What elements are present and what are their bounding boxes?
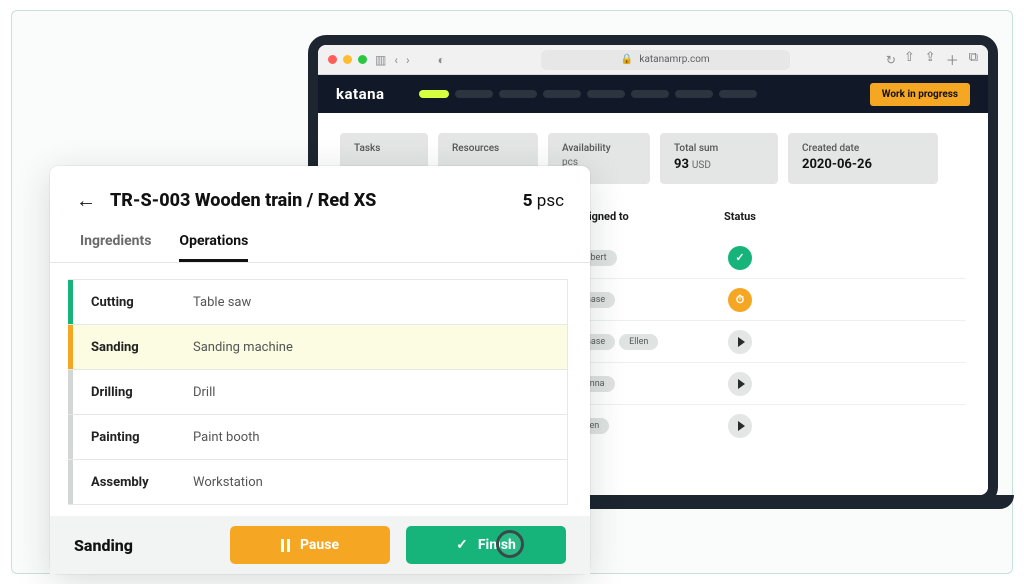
work-in-progress-button[interactable]: Work in progress xyxy=(870,83,970,106)
app-logo: katana xyxy=(336,85,385,103)
nav-pill[interactable] xyxy=(543,90,581,98)
card-label: Availability xyxy=(562,143,636,154)
address-bar[interactable]: 🔒 katanamrp.com xyxy=(541,50,790,70)
finish-button[interactable]: ✓ Finish xyxy=(406,526,566,564)
forward-icon[interactable]: › xyxy=(406,53,410,67)
status-play-icon[interactable] xyxy=(728,414,752,438)
back-arrow-icon[interactable]: ← xyxy=(76,188,96,213)
card-total-sum[interactable]: Total sum 93USD xyxy=(660,133,778,184)
refresh-icon[interactable]: ↻ xyxy=(886,53,896,67)
traffic-lights xyxy=(328,55,367,64)
operation-row[interactable]: CuttingTable saw xyxy=(68,279,568,325)
page-frame: ▥ ‹ › ◐ 🔒 katanamrp.com ↻ ⇧ ⇪ ＋ ⧉ xyxy=(11,10,1013,574)
panel-footer: Sanding Pause ✓ Finish xyxy=(50,516,590,574)
tab-operations[interactable]: Operations xyxy=(179,233,248,262)
app-header: katana Work in progress xyxy=(318,75,988,113)
close-icon[interactable] xyxy=(328,55,337,64)
status-done-icon[interactable]: ✓ xyxy=(728,246,752,270)
cell-status xyxy=(700,330,780,354)
operation-row[interactable]: PaintingPaint booth xyxy=(68,414,568,460)
card-label: Tasks xyxy=(354,143,414,154)
cell-status xyxy=(700,372,780,396)
nav-pill[interactable] xyxy=(631,90,669,98)
status-progress-icon[interactable]: ⏱ xyxy=(728,288,752,312)
nav-pill[interactable] xyxy=(499,90,537,98)
operation-resource: Workstation xyxy=(193,475,263,490)
nav-pill[interactable] xyxy=(719,90,757,98)
share-icon[interactable]: ⇧ xyxy=(904,50,915,69)
cursor-indicator-icon xyxy=(496,530,524,558)
operation-row[interactable]: DrillingDrill xyxy=(68,369,568,415)
card-label: Created date xyxy=(802,143,924,154)
pause-label: Pause xyxy=(300,537,339,553)
tab-ingredients[interactable]: Ingredients xyxy=(80,233,151,262)
operation-name: Drilling xyxy=(73,385,193,400)
nav-pill-active[interactable] xyxy=(419,90,449,98)
pause-button[interactable]: Pause xyxy=(230,526,390,564)
nav-pill[interactable] xyxy=(587,90,625,98)
sidebar-icon[interactable]: ▥ xyxy=(375,53,386,67)
panel-header: ← TR-S-003 Wooden train / Red XS 5 psc xyxy=(50,166,590,223)
cell-status: ⏱ xyxy=(700,288,780,312)
tabs-icon[interactable]: ⧉ xyxy=(969,50,978,69)
current-operation-label: Sanding xyxy=(74,536,133,555)
new-tab-icon[interactable]: ＋ xyxy=(946,50,959,69)
card-label: Resources xyxy=(452,143,524,154)
status-play-icon[interactable] xyxy=(728,372,752,396)
operation-row[interactable]: AssemblyWorkstation xyxy=(68,459,568,505)
operation-resource: Table saw xyxy=(193,295,251,310)
back-icon[interactable]: ‹ xyxy=(394,53,398,67)
panel-title: TR-S-003 Wooden train / Red XS xyxy=(110,190,376,211)
card-created-date[interactable]: Created date 2020-06-26 xyxy=(788,133,938,184)
card-label: Total sum xyxy=(674,143,764,154)
operation-row[interactable]: SandingSanding machine xyxy=(68,324,568,370)
nav-pills xyxy=(419,90,757,98)
status-play-icon[interactable] xyxy=(728,330,752,354)
nav-pill[interactable] xyxy=(675,90,713,98)
operation-resource: Sanding machine xyxy=(193,340,293,355)
operation-detail-panel: ← TR-S-003 Wooden train / Red XS 5 psc I… xyxy=(50,166,590,574)
card-value: 2020-06-26 xyxy=(802,157,924,172)
url-text: katanamrp.com xyxy=(639,54,709,65)
pause-icon xyxy=(281,539,290,552)
card-value: 93USD xyxy=(674,157,764,172)
nav-pill[interactable] xyxy=(455,90,493,98)
operation-name: Assembly xyxy=(73,475,193,490)
export-icon[interactable]: ⇪ xyxy=(925,50,936,69)
panel-tabs: Ingredients Operations xyxy=(50,223,590,263)
col-status: Status xyxy=(700,210,780,223)
shield-icon[interactable]: ◐ xyxy=(438,53,445,67)
cell-status xyxy=(700,414,780,438)
maximize-icon[interactable] xyxy=(358,55,367,64)
check-icon: ✓ xyxy=(456,537,468,553)
minimize-icon[interactable] xyxy=(343,55,352,64)
operation-resource: Paint booth xyxy=(193,430,260,445)
operations-list: CuttingTable sawSandingSanding machineDr… xyxy=(50,263,590,516)
quantity: 5 psc xyxy=(523,191,564,211)
assignee-chip[interactable]: Ellen xyxy=(619,334,658,350)
browser-chrome: ▥ ‹ › ◐ 🔒 katanamrp.com ↻ ⇧ ⇪ ＋ ⧉ xyxy=(318,45,988,75)
operation-name: Sanding xyxy=(73,340,193,355)
operation-name: Painting xyxy=(73,430,193,445)
cell-status: ✓ xyxy=(700,246,780,270)
operation-resource: Drill xyxy=(193,385,215,400)
operation-name: Cutting xyxy=(73,295,193,310)
lock-icon: 🔒 xyxy=(621,54,633,65)
